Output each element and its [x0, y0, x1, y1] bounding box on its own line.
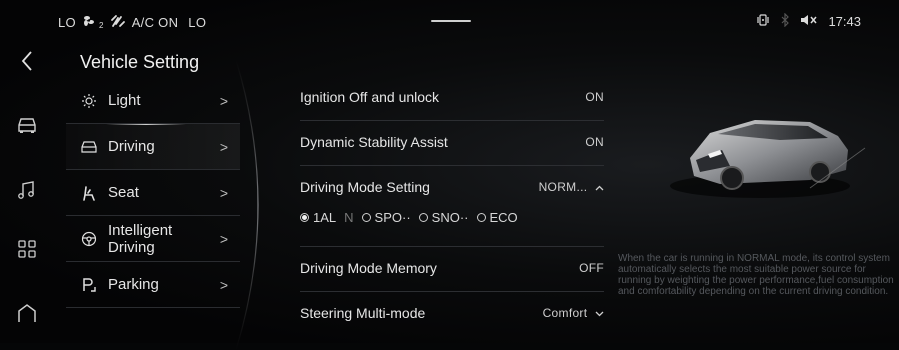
mode-label: SNO··: [431, 210, 469, 225]
steering-mode-value: Comfort: [542, 306, 588, 320]
ac-status: A/C ON: [131, 15, 179, 30]
mode-label: 1AL: [313, 210, 337, 225]
mode-option-sport[interactable]: SPO··: [361, 210, 411, 225]
setting-value: Comfort: [543, 306, 604, 320]
driving-settings-list: Ignition Off and unlock ON Dynamic Stabi…: [300, 76, 604, 336]
setting-value: NORM...: [539, 180, 604, 194]
menu-item-label: Intelligent Driving: [108, 222, 172, 256]
driving-mode-options: 1AL N SPO·· SNO·· ECO: [300, 210, 526, 225]
chevron-right-icon: >: [219, 184, 228, 201]
mute-icon: [800, 13, 818, 30]
apps-grid-icon[interactable]: [16, 238, 38, 260]
driving-mode-description: When the car is running in NORMAL mode, …: [618, 253, 894, 297]
page-title: Vehicle Setting: [80, 52, 200, 72]
mode-label: SPO··: [374, 210, 411, 225]
setting-row-dynamic-stability-assist[interactable]: Dynamic Stability Assist ON: [300, 121, 604, 166]
setting-row-steering-multi-mode[interactable]: Steering Multi-mode Comfort: [300, 292, 604, 336]
setting-label: Dynamic Stability Assist: [300, 134, 448, 150]
menu-item-label: Light: [108, 92, 141, 109]
radio-selected-icon: [300, 213, 309, 222]
music-icon[interactable]: [16, 179, 38, 201]
menu-item-intelligent-driving[interactable]: Intelligent Driving >: [66, 216, 240, 262]
fan-level: 2: [98, 21, 104, 30]
car-illustration: [670, 120, 866, 198]
setting-label: Steering Multi-mode: [300, 305, 426, 321]
setting-label: Driving Mode Setting: [300, 179, 430, 195]
car-icon: [80, 138, 98, 156]
climate-status[interactable]: LO 2 A/C ON LO: [58, 14, 206, 31]
curved-divider: [235, 60, 259, 350]
radio-icon: [418, 213, 428, 222]
bluetooth-icon: [780, 12, 790, 30]
right-temperature: LO: [188, 15, 207, 30]
settings-category-menu: Light > Driving > Seat > Intelligent Dri…: [66, 78, 240, 308]
home-icon[interactable]: [16, 302, 38, 324]
setting-row-driving-mode-memory[interactable]: Driving Mode Memory OFF: [300, 247, 604, 292]
setting-value: OFF: [579, 261, 604, 275]
seat-icon: [80, 184, 98, 202]
menu-item-seat[interactable]: Seat >: [66, 170, 240, 216]
chevron-right-icon: >: [219, 92, 228, 109]
left-temperature: LO: [58, 15, 76, 30]
sun-icon: [80, 92, 98, 110]
mode-label: ECO: [489, 210, 518, 225]
radio-icon: [476, 213, 486, 222]
system-status: 17:43: [756, 12, 861, 30]
status-bar: LO 2 A/C ON LO 17:43: [0, 0, 899, 42]
fan-icon: [82, 14, 98, 31]
vehicle-icon[interactable]: [16, 114, 38, 136]
menu-item-label: Parking: [108, 276, 159, 293]
menu-item-driving[interactable]: Driving >: [66, 124, 240, 170]
setting-value: ON: [585, 135, 604, 149]
menu-item-label-line2: Driving: [108, 238, 155, 256]
back-icon[interactable]: [16, 50, 38, 72]
vibration-icon: [756, 13, 770, 30]
menu-item-label: Driving: [108, 138, 155, 155]
setting-value: ON: [585, 90, 604, 104]
mode-option-normal[interactable]: 1AL N: [300, 210, 354, 225]
mode-option-snow[interactable]: SNO··: [418, 210, 469, 225]
menu-item-label: Seat: [108, 184, 139, 201]
chevron-down-icon: [595, 306, 604, 320]
menu-item-label-line1: Intelligent: [108, 221, 173, 239]
radio-icon: [361, 213, 371, 222]
setting-label: Driving Mode Memory: [300, 260, 437, 276]
setting-label: Ignition Off and unlock: [300, 89, 440, 105]
parking-icon: [80, 276, 98, 294]
setting-row-driving-mode[interactable]: Driving Mode Setting NORM... 1AL N SPO··…: [300, 166, 604, 247]
setting-row-ignition-off-unlock[interactable]: Ignition Off and unlock ON: [300, 76, 604, 121]
steering-wheel-icon: [80, 230, 98, 248]
selected-mode-value: NORM...: [538, 180, 588, 194]
ac-icon: [110, 14, 126, 31]
mode-option-eco[interactable]: ECO: [476, 210, 518, 225]
chevron-right-icon: >: [219, 138, 228, 155]
chevron-up-icon: [595, 180, 604, 194]
left-rail: [0, 42, 52, 343]
clock: 17:43: [828, 14, 861, 29]
menu-item-parking[interactable]: Parking >: [66, 262, 240, 308]
menu-item-light[interactable]: Light >: [66, 78, 240, 124]
pull-down-handle[interactable]: [431, 20, 471, 22]
chevron-right-icon: >: [219, 230, 228, 247]
chevron-right-icon: >: [219, 276, 228, 293]
